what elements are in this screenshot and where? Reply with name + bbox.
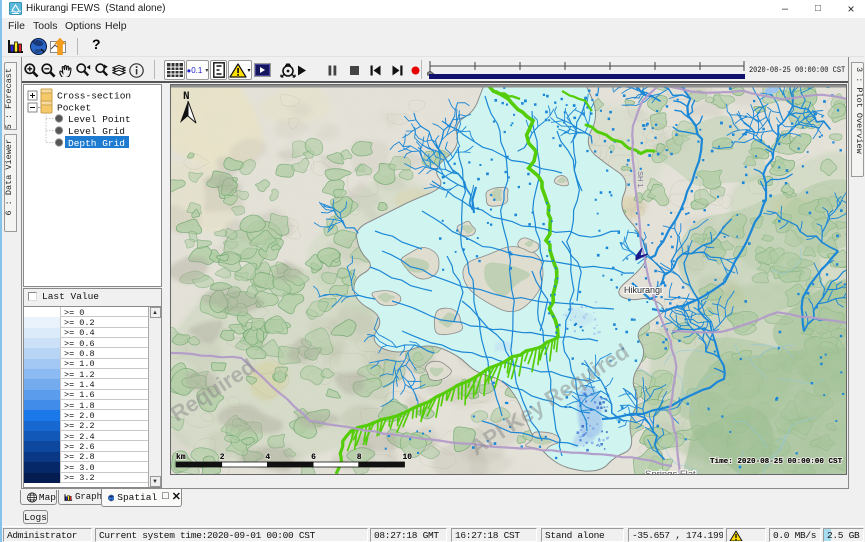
svg-text:km: km — [176, 453, 186, 462]
svg-text:4: 4 — [265, 453, 270, 462]
svg-text:N: N — [183, 91, 190, 103]
svg-text:Pocket: Pocket — [57, 103, 91, 114]
svg-text:2: 2 — [220, 453, 225, 462]
svg-text:SH 1: SH 1 — [636, 171, 645, 188]
svg-text:Springs Flat: Springs Flat — [645, 469, 696, 474]
svg-text:Time: 2020-08-25 00:00:00 CST: Time: 2020-08-25 00:00:00 CST — [710, 458, 843, 466]
svg-text:10: 10 — [403, 453, 413, 462]
svg-text:Level Point: Level Point — [68, 114, 131, 125]
svg-text:8: 8 — [357, 453, 362, 462]
svg-text:6: 6 — [311, 453, 316, 462]
svg-text:Level Grid: Level Grid — [68, 126, 125, 137]
svg-text:Hikurangi: Hikurangi — [624, 285, 662, 295]
svg-text:Depth Grid: Depth Grid — [68, 138, 125, 149]
svg-text:Cross-section: Cross-section — [57, 91, 131, 102]
